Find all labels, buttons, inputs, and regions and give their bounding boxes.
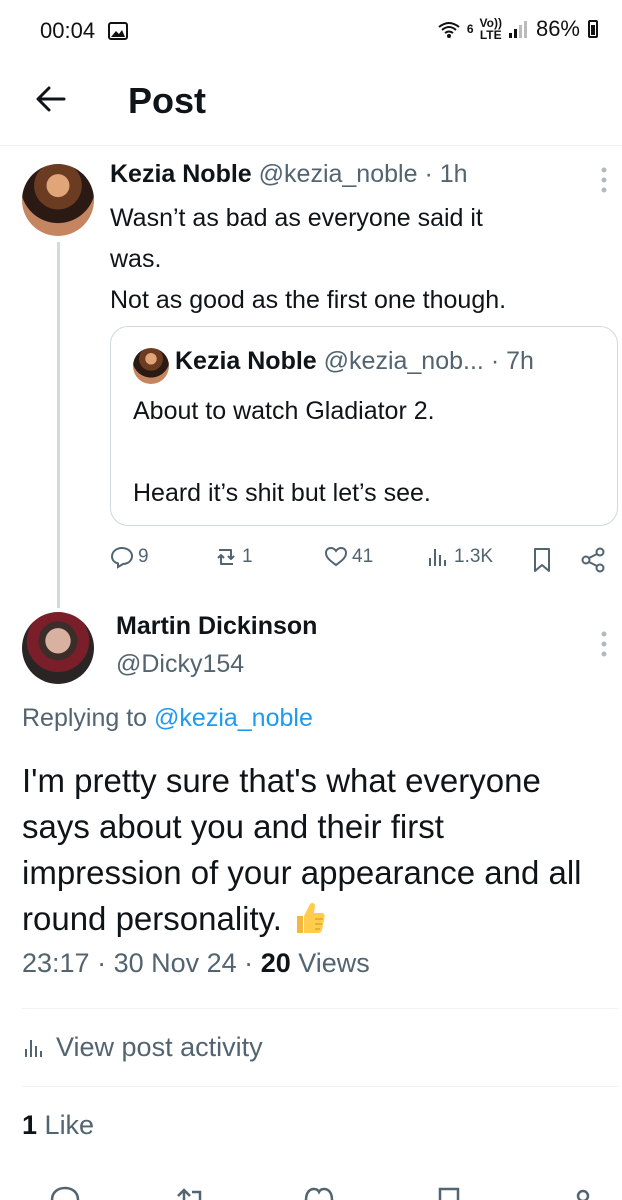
views-icon: [429, 549, 446, 566]
post-date: · 30 Nov 24 ·: [97, 948, 254, 978]
avatar[interactable]: [22, 164, 94, 236]
reply-icon: [110, 546, 134, 569]
quote-header: Kezia Noble @kezia_nob... · 7h: [175, 347, 534, 376]
post-screen: 00:04 6 Vo)) LTE 86% Post Kezia Noble @k…: [0, 0, 622, 1200]
quote-time: · 7h: [490, 347, 534, 375]
more-icon[interactable]: [600, 166, 608, 194]
post-text: I'm pretty sure that's what everyone say…: [22, 758, 612, 942]
replying-to-link[interactable]: @kezia_noble: [154, 704, 313, 732]
battery-icon: [588, 20, 598, 38]
author-handle[interactable]: @kezia_noble: [259, 160, 418, 188]
volte-indicator: Vo)) LTE: [480, 17, 502, 41]
quote-text: About to watch Gladiator 2. Heard it’s s…: [133, 391, 603, 514]
bookmark-icon[interactable]: [432, 1184, 466, 1200]
post-views-label: Views: [298, 948, 370, 978]
reply-author-name[interactable]: Martin Dickinson: [116, 612, 317, 641]
quote-author-name: Kezia Noble: [175, 347, 317, 375]
tweet-time: · 1h: [424, 160, 468, 188]
view-count: 1.3K: [454, 546, 494, 567]
post-meta: 23:17 · 30 Nov 24 · 20 Views: [22, 948, 370, 979]
post-time: 23:17: [22, 948, 90, 978]
status-indicators: 6 Vo)) LTE 86%: [437, 16, 598, 42]
gallery-icon: [108, 22, 128, 40]
tweet-header: Kezia Noble @kezia_noble · 1h: [110, 160, 468, 189]
status-bar: 00:04 6 Vo)) LTE 86%: [0, 0, 622, 62]
wifi-icon: [438, 22, 460, 38]
avatar[interactable]: [22, 612, 94, 684]
battery-percent: 86%: [535, 16, 580, 41]
page-title: Post: [128, 80, 207, 121]
likes-label: Like: [44, 1110, 95, 1140]
bookmark-icon[interactable]: [530, 547, 554, 573]
tweet-text: Wasn’t as bad as everyone said it was. N…: [110, 198, 600, 321]
thumbs-up-emoji: [297, 902, 325, 933]
repost-icon: [217, 549, 235, 565]
share-icon[interactable]: [566, 1184, 600, 1200]
lte-label: LTE: [479, 28, 502, 42]
view-post-activity-link[interactable]: View post activity: [22, 1032, 263, 1063]
repost-count: 1: [242, 546, 253, 567]
repost-button[interactable]: 1: [214, 545, 253, 569]
tweet-actions: 9 1 41 1.3K: [110, 545, 610, 575]
quote-text-line: Heard it’s shit but let’s see.: [133, 479, 431, 507]
reply-author-handle[interactable]: @Dicky154: [116, 650, 244, 679]
replying-to-label: Replying to: [22, 704, 148, 732]
bottom-action-bar: [0, 1184, 622, 1200]
tweet-text-line: Wasn’t as bad as everyone said it: [110, 204, 483, 232]
like-count: 41: [352, 546, 374, 567]
share-icon[interactable]: [580, 547, 606, 573]
like-icon[interactable]: [302, 1184, 336, 1200]
divider: [22, 1008, 618, 1009]
quoted-tweet-card[interactable]: Kezia Noble @kezia_nob... · 7h About to …: [110, 326, 618, 526]
repost-icon[interactable]: [172, 1184, 206, 1200]
quote-text-line: About to watch Gladiator 2.: [133, 397, 435, 425]
like-button[interactable]: 41: [324, 545, 373, 569]
reply-icon[interactable]: [48, 1184, 82, 1200]
replying-to: Replying to @kezia_noble: [22, 704, 313, 733]
reply-count: 9: [138, 546, 149, 567]
thread-connector: [57, 242, 60, 608]
status-time: 00:04: [40, 18, 96, 43]
views-button[interactable]: 1.3K: [426, 545, 493, 569]
likes-count: 1: [22, 1110, 38, 1140]
back-arrow-icon[interactable]: [34, 82, 68, 116]
author-name[interactable]: Kezia Noble: [110, 160, 252, 188]
like-icon: [324, 546, 348, 567]
more-icon[interactable]: [600, 630, 608, 658]
reply-button[interactable]: 9: [110, 545, 149, 569]
divider: [22, 1086, 618, 1087]
post-view-count: 20: [260, 948, 291, 978]
views-icon: [25, 1039, 42, 1057]
quote-spacer: [133, 432, 603, 473]
tweet-text-line: Not as good as the first one though.: [110, 286, 507, 314]
view-post-activity-label: View post activity: [56, 1032, 263, 1062]
quote-avatar: [133, 348, 169, 384]
quote-author-handle: @kezia_nob...: [323, 347, 484, 375]
top-app-bar: Post: [0, 62, 622, 146]
signal-icon: [508, 21, 527, 38]
tweet-text-line: was.: [110, 245, 162, 273]
wifi-band-label: 6: [466, 22, 474, 36]
likes-summary[interactable]: 1 Like: [22, 1110, 94, 1141]
